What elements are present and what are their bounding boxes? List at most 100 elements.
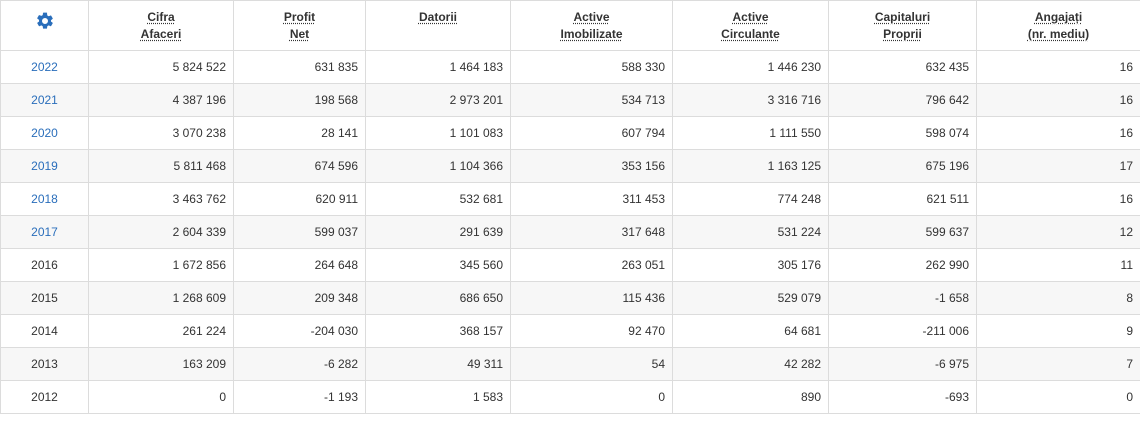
year-cell: 2012: [0, 380, 89, 414]
cell-angajati: 0: [976, 380, 1140, 414]
cell-active-circulante: 531 224: [672, 215, 829, 249]
col-header-capitaluri-proprii[interactable]: Capitaluri Proprii: [828, 0, 977, 51]
cell-profit-net: -6 282: [233, 347, 366, 381]
cell-capitaluri-proprii: -1 658: [828, 281, 977, 315]
table-row: 2013 163 209 -6 282 49 311 54 42 282 -6 975 7: [0, 347, 1140, 381]
cell-angajati: 17: [976, 149, 1140, 183]
cell-active-imobilizate: 534 713: [510, 83, 673, 117]
cell-active-imobilizate: 54: [510, 347, 673, 381]
year-cell[interactable]: 2017: [0, 215, 89, 249]
cell-capitaluri-proprii: 621 511: [828, 182, 977, 216]
cell-cifra-afaceri: 163 209: [88, 347, 234, 381]
year-label: 2015: [31, 291, 58, 305]
cell-active-imobilizate: 607 794: [510, 116, 673, 150]
cell-angajati: 16: [976, 50, 1140, 84]
year-cell: 2016: [0, 248, 89, 282]
cell-capitaluri-proprii: 262 990: [828, 248, 977, 282]
cell-active-imobilizate: 311 453: [510, 182, 673, 216]
cell-capitaluri-proprii: 599 637: [828, 215, 977, 249]
cell-capitaluri-proprii: 675 196: [828, 149, 977, 183]
cell-angajati: 16: [976, 182, 1140, 216]
table-row: 2012 0 -1 193 1 583 0 890 -693 0: [0, 380, 1140, 414]
cell-angajati: 16: [976, 116, 1140, 150]
col-header-profit-net[interactable]: Profit Net: [233, 0, 366, 51]
year-link[interactable]: 2017: [31, 225, 58, 239]
cell-profit-net: -204 030: [233, 314, 366, 348]
cell-profit-net: 28 141: [233, 116, 366, 150]
year-label: 2014: [31, 324, 58, 338]
cell-cifra-afaceri: 261 224: [88, 314, 234, 348]
col-header-datorii[interactable]: Datorii: [365, 0, 511, 51]
year-cell[interactable]: 2018: [0, 182, 89, 216]
year-cell[interactable]: 2022: [0, 50, 89, 84]
cell-active-circulante: 42 282: [672, 347, 829, 381]
cell-cifra-afaceri: 4 387 196: [88, 83, 234, 117]
cell-cifra-afaceri: 3 070 238: [88, 116, 234, 150]
table-header: Cifra Afaceri Profit Net Datorii Active Imo…: [0, 0, 1140, 51]
cell-profit-net: 674 596: [233, 149, 366, 183]
table-row: 2016 1 672 856 264 648 345 560 263 051 305 17…: [0, 248, 1140, 282]
year-cell: 2013: [0, 347, 89, 381]
cell-profit-net: -1 193: [233, 380, 366, 414]
cell-datorii: 368 157: [365, 314, 511, 348]
cell-angajati: 8: [976, 281, 1140, 315]
year-cell[interactable]: 2020: [0, 116, 89, 150]
cell-cifra-afaceri: 5 824 522: [88, 50, 234, 84]
col-header-angajati[interactable]: Angajați (nr. mediu): [976, 0, 1140, 51]
header-row: Cifra Afaceri Profit Net Datorii Active Imo…: [0, 0, 1140, 51]
cell-cifra-afaceri: 3 463 762: [88, 182, 234, 216]
cell-active-circulante: 890: [672, 380, 829, 414]
cell-active-imobilizate: 588 330: [510, 50, 673, 84]
cell-active-circulante: 64 681: [672, 314, 829, 348]
cell-datorii: 2 973 201: [365, 83, 511, 117]
cell-profit-net: 198 568: [233, 83, 366, 117]
cell-datorii: 345 560: [365, 248, 511, 282]
cell-profit-net: 599 037: [233, 215, 366, 249]
cell-profit-net: 631 835: [233, 50, 366, 84]
year-link[interactable]: 2021: [31, 93, 58, 107]
year-link[interactable]: 2018: [31, 192, 58, 206]
financial-table: Cifra Afaceri Profit Net Datorii Active Imo…: [0, 0, 1140, 414]
gear-icon[interactable]: [35, 11, 55, 31]
cell-active-imobilizate: 317 648: [510, 215, 673, 249]
cell-angajati: 12: [976, 215, 1140, 249]
cell-datorii: 1 583: [365, 380, 511, 414]
col-header-active-imobilizate[interactable]: Active Imobilizate: [510, 0, 673, 51]
cell-cifra-afaceri: 1 672 856: [88, 248, 234, 282]
cell-angajati: 11: [976, 248, 1140, 282]
cell-capitaluri-proprii: 796 642: [828, 83, 977, 117]
cell-active-imobilizate: 353 156: [510, 149, 673, 183]
col-header-active-circulante[interactable]: Active Circulante: [672, 0, 829, 51]
cell-cifra-afaceri: 1 268 609: [88, 281, 234, 315]
year-cell: 2014: [0, 314, 89, 348]
table-row: 2021 4 387 196 198 568 2 973 201 534 713 3 31…: [0, 83, 1140, 117]
cell-cifra-afaceri: 5 811 468: [88, 149, 234, 183]
year-cell[interactable]: 2019: [0, 149, 89, 183]
table-row: 2020 3 070 238 28 141 1 101 083 607 794 1 111…: [0, 116, 1140, 150]
cell-active-imobilizate: 92 470: [510, 314, 673, 348]
year-link[interactable]: 2019: [31, 159, 58, 173]
col-header-cifra-afaceri[interactable]: Cifra Afaceri: [88, 0, 234, 51]
cell-active-circulante: 3 316 716: [672, 83, 829, 117]
cell-profit-net: 209 348: [233, 281, 366, 315]
table-body: 2022 5 824 522 631 835 1 464 183 588 330 1 44…: [0, 50, 1140, 414]
year-label: 2013: [31, 357, 58, 371]
year-link[interactable]: 2022: [31, 60, 58, 74]
table-row: 2017 2 604 339 599 037 291 639 317 648 531 22…: [0, 215, 1140, 249]
cell-profit-net: 620 911: [233, 182, 366, 216]
cell-active-imobilizate: 0: [510, 380, 673, 414]
year-link[interactable]: 2020: [31, 126, 58, 140]
cell-angajati: 7: [976, 347, 1140, 381]
cell-active-circulante: 1 446 230: [672, 50, 829, 84]
cell-datorii: 1 101 083: [365, 116, 511, 150]
cell-cifra-afaceri: 0: [88, 380, 234, 414]
cell-capitaluri-proprii: 598 074: [828, 116, 977, 150]
cell-active-circulante: 1 111 550: [672, 116, 829, 150]
year-cell[interactable]: 2021: [0, 83, 89, 117]
cell-active-circulante: 774 248: [672, 182, 829, 216]
cell-angajati: 9: [976, 314, 1140, 348]
cell-capitaluri-proprii: -6 975: [828, 347, 977, 381]
cell-profit-net: 264 648: [233, 248, 366, 282]
cell-active-circulante: 305 176: [672, 248, 829, 282]
cell-angajati: 16: [976, 83, 1140, 117]
